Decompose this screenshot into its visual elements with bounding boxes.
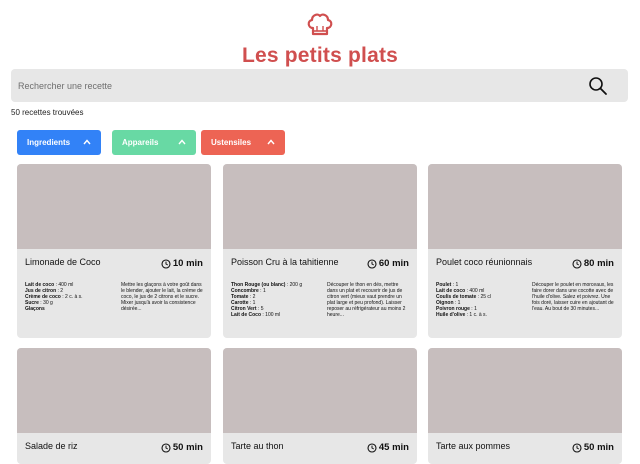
recipe-time-value: 80 min	[583, 258, 614, 269]
recipe-image	[428, 348, 622, 433]
recipe-image	[223, 164, 417, 249]
recipe-time-value: 60 min	[378, 258, 409, 269]
app-title: Les petits plats	[241, 44, 399, 67]
recipe-card[interactable]: Salade de riz 50 min	[17, 348, 211, 464]
results-count: 50 recettes trouvées	[11, 108, 84, 117]
clock-icon	[367, 258, 377, 269]
ingredients-list: Thon Rouge (ou blanc) : 200 g Concombre …	[231, 282, 319, 318]
recipe-time: 50 min	[572, 442, 614, 453]
recipe-title: Poulet coco réunionnais	[436, 257, 533, 267]
recipe-time-value: 45 min	[378, 442, 409, 453]
recipe-image	[223, 348, 417, 433]
recipe-title: Poisson Cru à la tahitienne	[231, 257, 339, 267]
ustensiles-filter-button[interactable]: Ustensiles	[201, 130, 285, 155]
ingredients-list: Lait de coco : 400 ml Jus de citron : 2 …	[25, 282, 113, 312]
recipe-card[interactable]: Tarte aux pommes 50 min	[428, 348, 622, 464]
chevron-up-icon	[83, 138, 91, 146]
chevron-up-icon	[267, 138, 275, 146]
ingredients-list: Poulet : 1 Lait de coco : 400 ml Coulis …	[436, 282, 524, 318]
recipe-time-value: 50 min	[172, 442, 203, 453]
recipe-time: 80 min	[572, 258, 614, 269]
search-input[interactable]	[11, 69, 571, 102]
recipe-description: Découper le poulet en morceaux, les fair…	[532, 282, 614, 312]
recipe-time-value: 50 min	[583, 442, 614, 453]
search-bar	[11, 69, 628, 102]
ingredients-filter-button[interactable]: Ingredients	[17, 130, 101, 155]
chevron-up-icon	[178, 138, 186, 146]
appareils-filter-button[interactable]: Appareils	[112, 130, 196, 155]
ingredient-item: Lait de Coco : 100 ml	[231, 312, 281, 318]
filter-label: Appareils	[122, 138, 159, 147]
clock-icon	[161, 258, 171, 269]
filter-label: Ustensiles	[211, 138, 252, 147]
clock-icon	[367, 442, 377, 453]
search-icon[interactable]	[588, 76, 608, 96]
clock-icon	[572, 258, 582, 269]
recipe-card[interactable]: Limonade de Coco 10 min Lait de coco : 4…	[17, 164, 211, 338]
clock-icon	[161, 442, 171, 453]
recipe-card[interactable]: Poulet coco réunionnais 80 min Poulet : …	[428, 164, 622, 338]
recipe-description: Découper le thon en dés, mettre dans un …	[327, 282, 406, 318]
filter-label: Ingredients	[27, 138, 71, 147]
chef-hat-icon	[306, 12, 334, 38]
recipe-time: 10 min	[161, 258, 203, 269]
recipe-title: Tarte aux pommes	[436, 441, 511, 451]
recipe-title: Tarte au thon	[231, 441, 284, 451]
recipe-card[interactable]: Tarte au thon 45 min	[223, 348, 417, 464]
ingredient-item: Glaçons	[25, 306, 45, 312]
ingredient-item: Huile d'olive : 1 c. à s.	[436, 312, 487, 318]
recipe-time: 60 min	[367, 258, 409, 269]
recipe-description: Mettre les glaçons à votre goût dans le …	[121, 282, 203, 312]
header: Les petits plats	[0, 12, 640, 68]
recipe-time: 50 min	[161, 442, 203, 453]
recipe-image	[428, 164, 622, 249]
recipe-title: Limonade de Coco	[25, 257, 101, 267]
recipe-image	[17, 348, 211, 433]
recipe-card[interactable]: Poisson Cru à la tahitienne 60 min Thon …	[223, 164, 417, 338]
recipe-time-value: 10 min	[172, 258, 203, 269]
recipe-title: Salade de riz	[25, 441, 78, 451]
recipe-time: 45 min	[367, 442, 409, 453]
clock-icon	[572, 442, 582, 453]
recipe-image	[17, 164, 211, 249]
